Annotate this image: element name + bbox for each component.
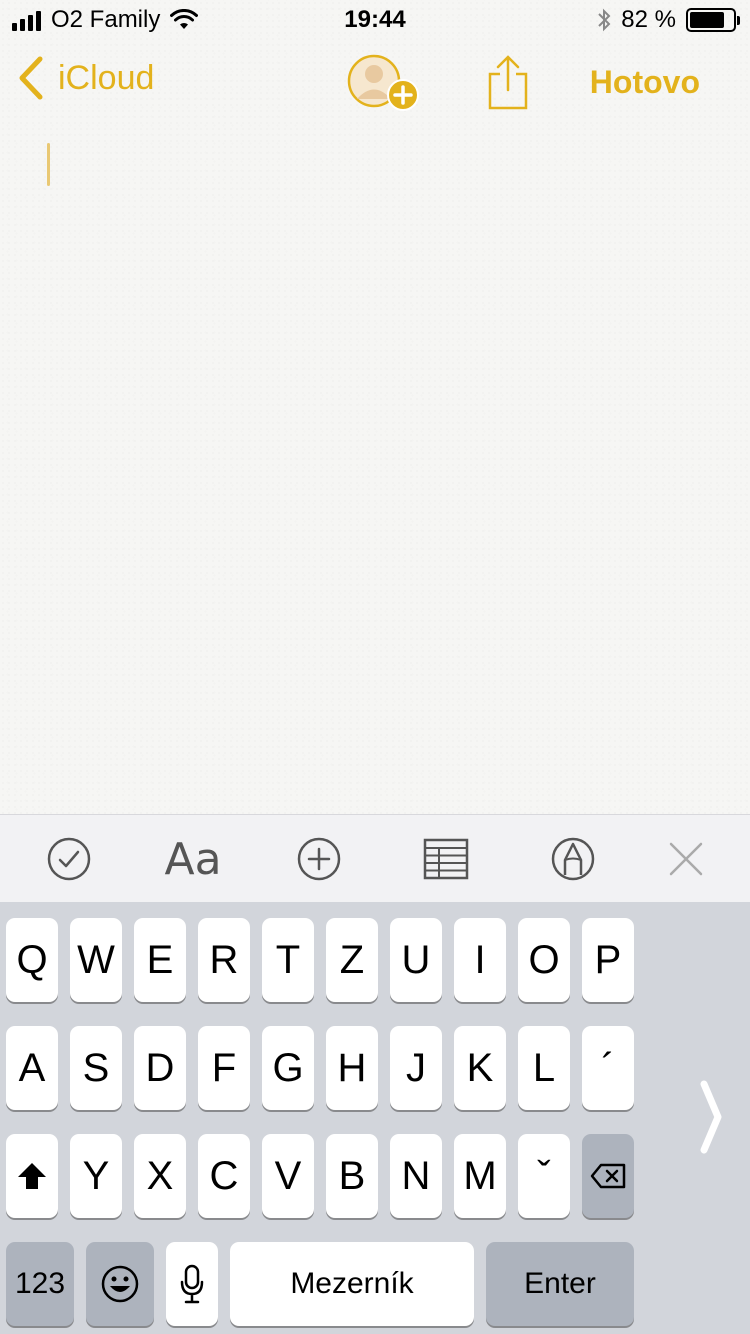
key-c[interactable]: C: [198, 1134, 250, 1218]
key-v[interactable]: V: [262, 1134, 314, 1218]
battery-icon: [686, 8, 740, 32]
enter-key[interactable]: Enter: [486, 1242, 634, 1326]
numbers-key[interactable]: 123: [6, 1242, 74, 1326]
done-button[interactable]: Hotovo: [590, 64, 700, 101]
key-acute[interactable]: ´: [582, 1026, 634, 1110]
formatting-toolbar: Aa: [0, 814, 750, 902]
keyboard-row-3: Y X C V B N M ˇ: [0, 1134, 750, 1218]
key-e[interactable]: E: [134, 918, 186, 1002]
chevron-left-icon: [19, 56, 43, 100]
close-icon: [669, 842, 703, 876]
key-g[interactable]: G: [262, 1026, 314, 1110]
navigation-bar: iCloud Hotovo: [0, 40, 750, 128]
key-x[interactable]: X: [134, 1134, 186, 1218]
close-toolbar-button[interactable]: [664, 815, 708, 903]
markup-button[interactable]: [549, 815, 597, 903]
emoji-icon: [101, 1265, 139, 1303]
key-l[interactable]: L: [518, 1026, 570, 1110]
key-h[interactable]: H: [326, 1026, 378, 1110]
emoji-key[interactable]: [86, 1242, 154, 1326]
key-y[interactable]: Y: [70, 1134, 122, 1218]
key-o[interactable]: O: [518, 918, 570, 1002]
status-bar: O2 Family 19:44 82 %: [0, 0, 750, 40]
key-z[interactable]: Z: [326, 918, 378, 1002]
bluetooth-icon: [598, 8, 611, 32]
add-person-icon: [347, 54, 419, 111]
key-q[interactable]: Q: [6, 918, 58, 1002]
key-k[interactable]: K: [454, 1026, 506, 1110]
add-button[interactable]: [294, 815, 344, 903]
checklist-button[interactable]: [44, 815, 94, 903]
table-icon: [423, 838, 469, 880]
format-button[interactable]: Aa: [160, 815, 226, 903]
key-n[interactable]: N: [390, 1134, 442, 1218]
chevron-right-icon[interactable]: [696, 1080, 726, 1154]
key-s[interactable]: S: [70, 1026, 122, 1110]
space-key[interactable]: Mezerník: [230, 1242, 474, 1326]
key-j[interactable]: J: [390, 1026, 442, 1110]
microphone-icon: [180, 1264, 204, 1304]
dictation-key[interactable]: [166, 1242, 218, 1326]
key-b[interactable]: B: [326, 1134, 378, 1218]
markup-icon: [551, 837, 595, 881]
key-m[interactable]: M: [454, 1134, 506, 1218]
battery-percent: 82 %: [621, 6, 676, 33]
key-w[interactable]: W: [70, 918, 122, 1002]
share-icon: [488, 55, 528, 110]
backspace-key[interactable]: [582, 1134, 634, 1218]
key-p[interactable]: P: [582, 918, 634, 1002]
key-d[interactable]: D: [134, 1026, 186, 1110]
checklist-icon: [47, 837, 91, 881]
format-icon: Aa: [164, 833, 222, 885]
keyboard-row-2: A S D F G H J K L ´: [0, 1026, 750, 1110]
backspace-icon: [590, 1163, 626, 1189]
shift-key[interactable]: [6, 1134, 58, 1218]
key-a[interactable]: A: [6, 1026, 58, 1110]
key-i[interactable]: I: [454, 918, 506, 1002]
share-button[interactable]: [486, 54, 530, 112]
table-button[interactable]: [422, 815, 470, 903]
add-person-button[interactable]: [347, 54, 421, 114]
key-t[interactable]: T: [262, 918, 314, 1002]
key-r[interactable]: R: [198, 918, 250, 1002]
text-cursor: [47, 143, 50, 186]
keyboard-row-4: 123 Mezerník Enter: [0, 1242, 750, 1326]
add-icon: [297, 837, 341, 881]
back-button[interactable]: iCloud: [18, 56, 154, 100]
keyboard-row-1: Q W E R T Z U I O P: [0, 918, 750, 1002]
shift-icon: [18, 1163, 46, 1189]
key-f[interactable]: F: [198, 1026, 250, 1110]
key-u[interactable]: U: [390, 918, 442, 1002]
key-caron[interactable]: ˇ: [518, 1134, 570, 1218]
back-button-label: iCloud: [58, 58, 155, 97]
